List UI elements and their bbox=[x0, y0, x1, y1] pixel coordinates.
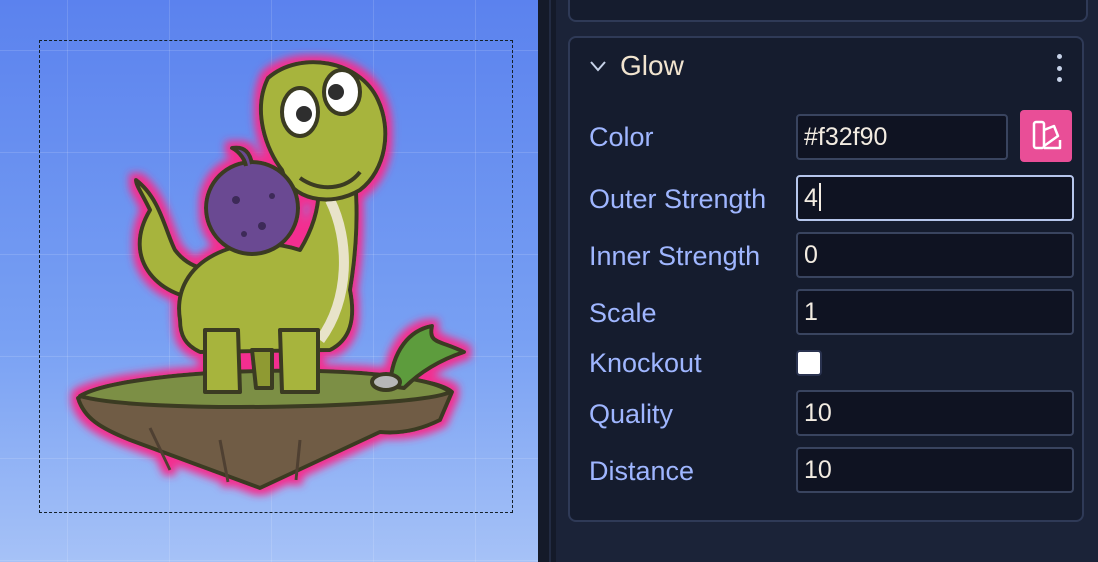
quality-input[interactable]: 10 bbox=[796, 390, 1074, 436]
distance-input[interactable]: 10 bbox=[796, 447, 1074, 493]
panel-splitter[interactable] bbox=[538, 0, 556, 562]
knockout-checkbox[interactable] bbox=[796, 350, 822, 376]
inner-strength-label: Inner Strength bbox=[589, 241, 761, 271]
selection-bounds[interactable] bbox=[39, 40, 513, 513]
previous-section-footer bbox=[568, 0, 1088, 22]
knockout-label: Knockout bbox=[589, 348, 702, 378]
text-caret bbox=[818, 183, 821, 211]
inspector-panel: Glow Color #f32f90 Outer Strength 4 Inne… bbox=[556, 0, 1098, 562]
color-hex-input[interactable]: #f32f90 bbox=[796, 114, 1008, 160]
color-picker-button[interactable] bbox=[1020, 110, 1072, 162]
outer-strength-input[interactable]: 4 bbox=[796, 175, 1074, 221]
glow-section: Glow Color #f32f90 Outer Strength 4 Inne… bbox=[568, 36, 1084, 522]
color-picker-icon bbox=[1032, 120, 1062, 150]
outer-strength-value: 4 bbox=[804, 184, 818, 212]
chevron-down-icon[interactable] bbox=[590, 60, 606, 72]
quality-label: Quality bbox=[589, 399, 674, 429]
kebab-menu-icon[interactable] bbox=[1054, 54, 1064, 82]
scale-label: Scale bbox=[589, 298, 657, 328]
scale-input[interactable]: 1 bbox=[796, 289, 1074, 335]
color-label: Color bbox=[589, 122, 654, 152]
scene-canvas[interactable] bbox=[0, 0, 538, 562]
inner-strength-input[interactable]: 0 bbox=[796, 232, 1074, 278]
glow-section-header[interactable]: Glow bbox=[570, 38, 1082, 96]
section-title: Glow bbox=[620, 50, 684, 81]
outer-strength-label: Outer Strength bbox=[589, 184, 767, 214]
distance-label: Distance bbox=[589, 456, 695, 486]
